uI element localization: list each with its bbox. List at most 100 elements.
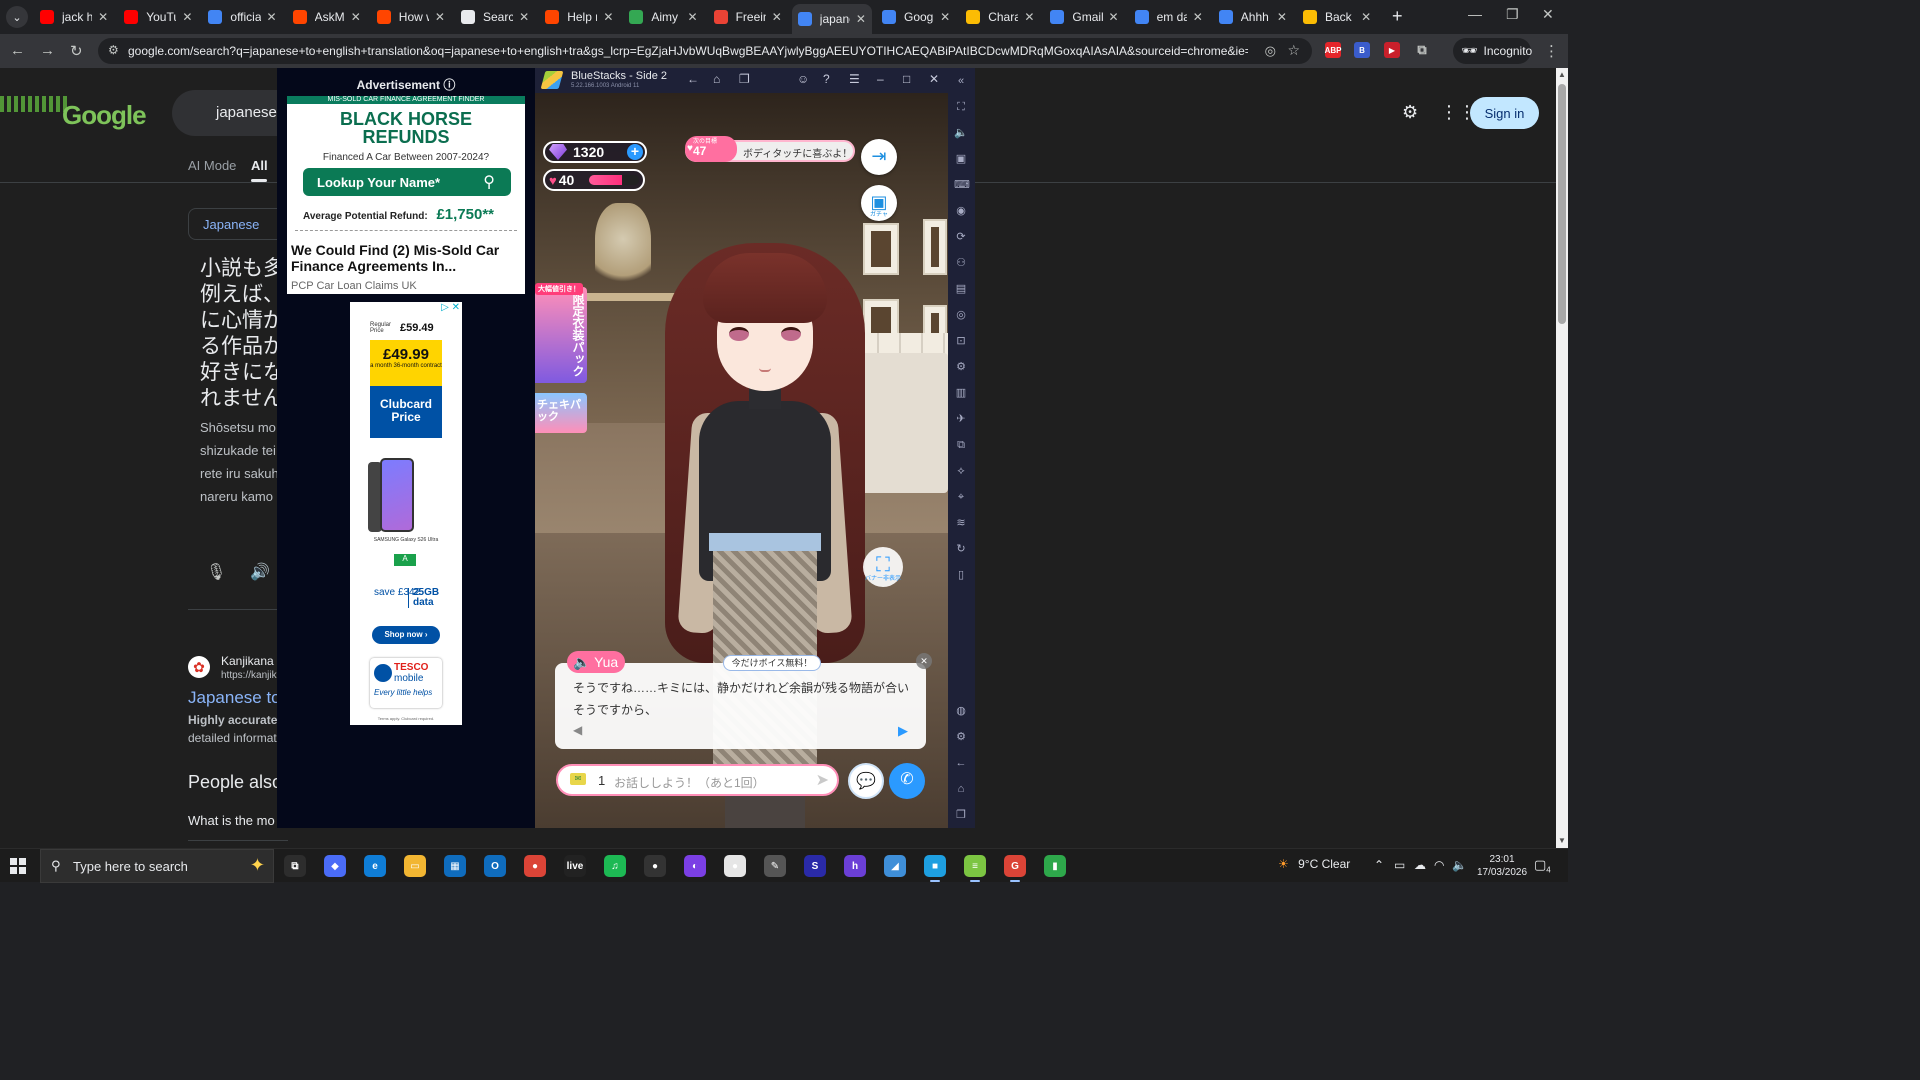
costume-pack-banner[interactable]: 大幅値引き！ 限定衣装パック bbox=[535, 283, 587, 383]
extension-icon[interactable]: B bbox=[1354, 42, 1370, 58]
taskbar-app-icon[interactable]: ■ bbox=[924, 855, 946, 882]
incognito-badge[interactable]: 🕶 Incognito bbox=[1453, 38, 1532, 64]
close-icon[interactable]: ✕ bbox=[929, 72, 939, 86]
bookmark-star-icon[interactable]: ☆ bbox=[1287, 42, 1300, 59]
system-clock[interactable]: 23:01 17/03/2026 bbox=[1474, 853, 1530, 879]
free-voice-promo[interactable]: 今だけボイス無料！ bbox=[723, 655, 821, 671]
close-tab-icon[interactable]: ✕ bbox=[940, 10, 950, 24]
media-icon[interactable]: ▣ bbox=[954, 152, 968, 166]
browser-tab[interactable]: jack h ✕ bbox=[34, 4, 114, 30]
exit-door-icon[interactable]: ⇥ bbox=[861, 139, 897, 175]
browser-tab[interactable]: em da ✕ bbox=[1129, 4, 1209, 30]
tray-chevron-icon[interactable]: ⌃ bbox=[1374, 858, 1384, 872]
eco-mode-icon[interactable]: ⟡ bbox=[954, 464, 968, 478]
taskbar-app-icon[interactable]: ▦ bbox=[444, 855, 466, 877]
extension-icon[interactable]: ▶ bbox=[1384, 42, 1400, 58]
close-tab-icon[interactable]: ✕ bbox=[182, 10, 192, 24]
close-window-icon[interactable]: ✕ bbox=[1542, 6, 1554, 23]
cheki-pack-banner[interactable]: チェキパック bbox=[535, 393, 587, 433]
collapse-sidebar-icon[interactable]: « bbox=[954, 74, 968, 88]
close-tab-icon[interactable]: ✕ bbox=[603, 10, 613, 24]
adchoices-close-icon[interactable]: ▷ ✕ bbox=[441, 302, 460, 313]
minimize-icon[interactable]: — bbox=[1468, 6, 1482, 22]
google-search-input[interactable]: japanese to en bbox=[172, 90, 292, 136]
taskbar-app-icon[interactable]: ◆ bbox=[324, 855, 346, 877]
recent-apps-icon[interactable]: ❐ bbox=[739, 72, 750, 86]
result-site-url[interactable]: https://kanjika bbox=[221, 670, 281, 681]
close-tab-icon[interactable]: ✕ bbox=[1193, 10, 1203, 24]
taskbar-app-icon[interactable]: S bbox=[804, 855, 826, 877]
browser-tab[interactable]: Googl ✕ bbox=[876, 4, 956, 30]
media-folder-icon[interactable]: ▥ bbox=[954, 386, 968, 400]
taskbar-app-icon[interactable]: O bbox=[484, 855, 506, 877]
taskbar-app-icon[interactable]: ✎ bbox=[764, 855, 786, 877]
close-tab-icon[interactable]: ✕ bbox=[351, 10, 361, 24]
site-info-icon[interactable]: ⚙ bbox=[108, 43, 119, 57]
forward-arrow-icon[interactable]: → bbox=[40, 42, 55, 59]
send-arrow-icon[interactable]: ➤ bbox=[816, 770, 829, 790]
restore-icon[interactable]: ❐ bbox=[1506, 6, 1519, 23]
ad-source[interactable]: PCP Car Loan Claims UK bbox=[291, 280, 417, 292]
source-text[interactable]: 小説も多 例えば、 に心情が る作品か 好きにな れません bbox=[200, 256, 280, 412]
shop-now-button[interactable]: Shop now › bbox=[372, 626, 440, 644]
settings-gear-icon[interactable]: ⚙ bbox=[954, 730, 968, 744]
browser-tab[interactable]: Back t ✕ bbox=[1297, 4, 1377, 30]
record-icon[interactable]: ◉ bbox=[954, 204, 968, 218]
settings-gear-icon[interactable]: ⚙ bbox=[1402, 102, 1418, 123]
browser-tab[interactable]: How w ✕ bbox=[371, 4, 451, 30]
chat-input[interactable]: ✉ 1 お話ししよう！（あと1回） ➤ bbox=[556, 764, 839, 796]
taskbar-app-icon[interactable]: ▮ bbox=[1044, 855, 1066, 877]
chat-log-bubble-icon[interactable]: 💬 bbox=[848, 763, 884, 799]
back-icon[interactable]: ← bbox=[687, 72, 699, 86]
ad-title-link[interactable]: We Could Find (2) Mis-Sold Car Finance A… bbox=[291, 242, 523, 274]
taskbar-app-icon[interactable]: e bbox=[364, 855, 386, 877]
close-tab-icon[interactable]: ✕ bbox=[1109, 10, 1119, 24]
taskbar-app-icon[interactable]: ● bbox=[524, 855, 546, 877]
phone-call-icon[interactable]: ✆ bbox=[889, 763, 925, 799]
add-gems-plus-icon[interactable]: + bbox=[627, 144, 643, 160]
microphone-icon[interactable]: 🎙 bbox=[206, 562, 226, 582]
scroll-up-arrow-icon[interactable]: ▲ bbox=[1558, 70, 1566, 79]
taskbar-app-icon[interactable]: live bbox=[564, 855, 586, 877]
minimize-icon[interactable]: – bbox=[877, 72, 884, 86]
lookup-name-button[interactable]: Lookup Your Name* ⚲ bbox=[303, 168, 511, 196]
reload-icon[interactable]: ↻ bbox=[70, 42, 83, 60]
close-tab-icon[interactable]: ✕ bbox=[688, 10, 698, 24]
back-arrow-icon[interactable]: ← bbox=[10, 42, 25, 59]
account-icon[interactable]: ☺ bbox=[797, 72, 809, 86]
taskbar-app-icon[interactable]: ♫ bbox=[604, 855, 626, 877]
source-language-selector[interactable]: Japanese bbox=[188, 208, 288, 240]
sync-icon[interactable]: ↻ bbox=[954, 542, 968, 556]
sign-in-button[interactable]: Sign in bbox=[1470, 97, 1539, 129]
close-tab-icon[interactable]: ✕ bbox=[772, 10, 782, 24]
taskbar-search-box[interactable]: ⚲ Type here to search ✦ bbox=[40, 849, 274, 883]
windows-start-icon[interactable] bbox=[10, 858, 26, 874]
browser-tab[interactable]: Gmail ✕ bbox=[1044, 4, 1124, 30]
people-also-ask-question[interactable]: What is the mo bbox=[188, 813, 283, 828]
url-text[interactable]: google.com/search?q=japanese+to+english+… bbox=[128, 44, 1248, 58]
tesco-mobile-ad[interactable]: ▷ ✕ Regular Price £59.49 £49.99 a month … bbox=[350, 302, 462, 725]
weather-widget[interactable]: ☀ 9°C Clear bbox=[1278, 857, 1350, 871]
black-horse-ad[interactable]: MIS-SOLD CAR FINANCE AGREEMENT FINDER BL… bbox=[287, 96, 525, 294]
menu-kebab-icon[interactable]: ⋮ bbox=[1544, 42, 1559, 60]
page-scrollbar[interactable]: ▲ ▼ bbox=[1556, 68, 1568, 848]
extensions-puzzle-icon[interactable]: ⧉ bbox=[1414, 42, 1430, 58]
macro-icon[interactable]: ⚙ bbox=[954, 360, 968, 374]
close-tab-icon[interactable]: ✕ bbox=[267, 10, 277, 24]
browser-tab[interactable]: Aimy ✕ bbox=[623, 4, 703, 30]
multi-instance-icon[interactable]: ⧉ bbox=[954, 438, 968, 452]
recents-icon[interactable]: ❐ bbox=[954, 808, 968, 822]
location-icon[interactable]: ⌖ bbox=[954, 490, 968, 504]
google-doodle-logo[interactable]: Google bbox=[0, 76, 147, 136]
new-tab-plus-icon[interactable]: + bbox=[1392, 6, 1403, 27]
browser-tab[interactable]: Chara ✕ bbox=[960, 4, 1040, 30]
browser-tab[interactable]: YouTu ✕ bbox=[118, 4, 198, 30]
volume-icon[interactable]: 🔈 bbox=[954, 126, 968, 140]
tab-all[interactable]: All bbox=[251, 158, 268, 173]
close-tab-icon[interactable]: ✕ bbox=[519, 10, 529, 24]
taskbar-app-icon[interactable]: ● bbox=[644, 855, 666, 877]
hide-banner-button[interactable]: ⛶ バナー非表示 bbox=[863, 547, 903, 587]
browser-tab[interactable]: Ahhh ✕ bbox=[1213, 4, 1293, 30]
extension-icon[interactable]: ABP bbox=[1325, 42, 1341, 58]
cloud-icon[interactable]: ☁ bbox=[1414, 858, 1426, 872]
